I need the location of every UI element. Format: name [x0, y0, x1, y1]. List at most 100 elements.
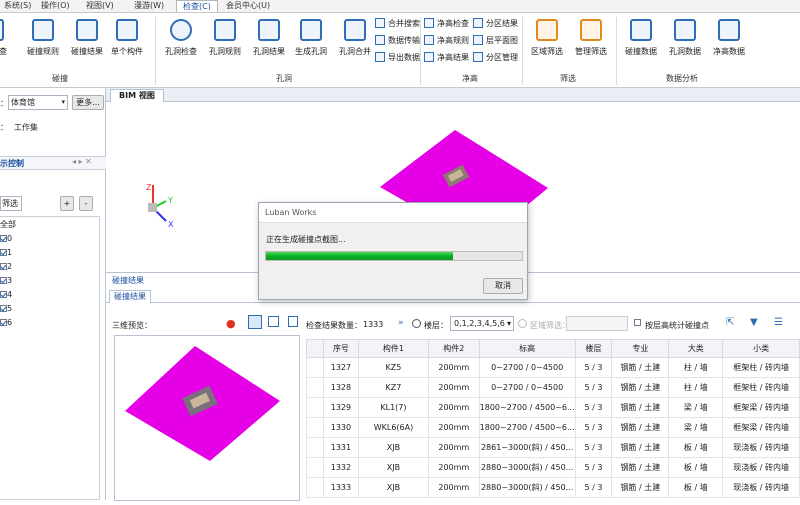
single-component-button[interactable]: 单个构件 — [110, 19, 144, 57]
palette-icon[interactable]: ● — [226, 317, 236, 330]
table-cell: WKL6(6A) — [357, 417, 429, 438]
tree-root[interactable]: 全部 — [0, 219, 16, 231]
floor-tree: 全部 0 1 2 3 4 5 6 — [0, 216, 100, 500]
menu-system[interactable]: 系统(S) — [4, 0, 31, 11]
checkbox[interactable] — [0, 263, 7, 270]
table-cell: 1800~2700 / 4500~6... — [478, 417, 576, 438]
clearance-results-icon — [424, 52, 434, 62]
hole-rules-button[interactable]: 孔洞规则 — [204, 19, 246, 57]
row-handle[interactable] — [306, 437, 324, 458]
column-header[interactable]: 大类 — [668, 339, 724, 358]
table-row[interactable]: 1332 XJB 200mm 2880~3000(斜) / 450... 5 / 3 钢筋… — [306, 457, 800, 478]
menu-check[interactable]: 检查(C) — [176, 0, 218, 12]
floor-radio[interactable] — [412, 319, 421, 328]
results-panel-title: 碰撞结果 — [112, 276, 144, 285]
list-icon[interactable]: ☰ — [774, 317, 783, 328]
tab-bim-view[interactable]: BIM 视图 — [110, 89, 164, 102]
more-button[interactable]: 更多... — [72, 95, 104, 110]
checkbox[interactable] — [0, 305, 7, 312]
collision-check-button[interactable]: 查 — [0, 19, 10, 57]
display-control-tab[interactable]: 示控制 — [0, 158, 24, 169]
table-cell: 1329 — [322, 397, 359, 418]
zone-select[interactable] — [566, 316, 628, 331]
data-transfer-button[interactable]: 数据传输 — [375, 35, 420, 46]
table-row[interactable]: 1333 XJB 200mm 2880~3000(斜) / 450... 5 / 3 钢筋… — [306, 477, 800, 498]
table-cell: XJB — [357, 437, 429, 458]
checkbox[interactable] — [0, 319, 7, 326]
tree-item-floor-2[interactable]: 2 — [0, 261, 12, 273]
table-row[interactable]: 1328 KZ7 200mm 0~2700 / 0~4500 5 / 3 钢筋 / 土建柱… — [306, 377, 800, 398]
table-row[interactable]: 1331 XJB 200mm 2861~3000(斜) / 450... 5 / 3 钢筋… — [306, 437, 800, 458]
zone-radio[interactable] — [518, 319, 527, 328]
column-header[interactable]: 构件2 — [427, 339, 480, 358]
column-header[interactable]: 楼层 — [574, 339, 613, 358]
nav-arrows-icon[interactable]: ◂ ▸ ✕ — [72, 157, 92, 166]
checkbox[interactable] — [0, 291, 7, 298]
document-icon[interactable] — [288, 316, 298, 327]
double-chevron-icon[interactable]: » — [398, 318, 404, 328]
fit-view-icon[interactable] — [248, 315, 262, 329]
checkbox[interactable] — [0, 277, 7, 284]
row-handle[interactable] — [306, 377, 324, 398]
row-handle[interactable] — [306, 457, 324, 478]
column-header[interactable]: 构件1 — [357, 339, 429, 358]
screenshot-icon[interactable] — [268, 316, 279, 327]
hole-check-button[interactable]: 孔洞检查 — [160, 19, 202, 57]
hole-merge-button[interactable]: 孔洞合并 — [334, 19, 376, 57]
collision-rules-button[interactable]: 碰撞规则 — [22, 19, 64, 57]
clearance-results-button[interactable]: 净高结果 — [424, 52, 469, 63]
collapse-button[interactable]: - — [79, 196, 93, 211]
tree-item-floor-4[interactable]: 4 — [0, 289, 12, 301]
collision-results-button[interactable]: 碰撞结果 — [66, 19, 108, 57]
zone-filter-button[interactable]: 区域筛选 — [526, 19, 568, 57]
table-row[interactable]: 1327 KZ5 200mm 0~2700 / 0~4500 5 / 3 钢筋 / 土建柱… — [306, 357, 800, 378]
row-handle[interactable] — [306, 417, 324, 438]
menu-operate[interactable]: 操作(O) — [41, 0, 70, 11]
column-header[interactable]: 标高 — [478, 339, 576, 358]
menu-roam[interactable]: 漫游(W) — [134, 0, 164, 11]
tab-collision-results[interactable]: 碰撞结果 — [109, 290, 151, 303]
checkbox[interactable] — [0, 249, 7, 256]
zone-manage-button[interactable]: 分区管理 — [473, 52, 518, 63]
tree-item-floor-5[interactable]: 5 — [0, 303, 12, 315]
table-cell: 板 / 墙 — [668, 437, 724, 458]
menu-member[interactable]: 会员中心(U) — [226, 0, 270, 11]
floor-height-stat-checkbox[interactable] — [634, 319, 641, 326]
cancel-button[interactable]: 取消 — [483, 278, 523, 294]
column-header[interactable]: 专业 — [611, 339, 670, 358]
column-header[interactable]: 小类 — [722, 339, 800, 358]
building-select[interactable]: 体育馆 ▾ — [8, 95, 68, 110]
filter-icon[interactable]: ▼ — [750, 317, 758, 328]
tree-item-floor-6[interactable]: 6 — [0, 317, 12, 329]
tree-item-floor-1[interactable]: 1 — [0, 247, 12, 259]
table-row[interactable]: 1330 WKL6(6A) 200mm 1800~2700 / 4500~6... 5 … — [306, 417, 800, 438]
manage-filter-button[interactable]: 管理筛选 — [570, 19, 612, 57]
hole-results-button[interactable]: 孔洞结果 — [248, 19, 290, 57]
preview-3d[interactable] — [114, 335, 300, 501]
zone-results-button[interactable]: 分区结果 — [473, 18, 518, 29]
floor-select[interactable]: 0,1,2,3,4,5,6 ▾ — [450, 316, 514, 331]
merge-search-button[interactable]: 合并搜索 — [375, 18, 420, 29]
table-row[interactable]: 1329 KL1(7) 200mm 1800~2700 / 4500~6... 5 / … — [306, 397, 800, 418]
clearance-check-button[interactable]: 净高检查 — [424, 18, 469, 29]
clearance-data-button[interactable]: 净高数据 — [708, 19, 750, 57]
building-label: ： — [0, 99, 8, 108]
expand-button[interactable]: + — [60, 196, 74, 211]
row-handle[interactable] — [306, 477, 324, 498]
hole-data-button[interactable]: 孔洞数据 — [664, 19, 706, 57]
row-handle[interactable] — [306, 397, 324, 418]
collision-data-button[interactable]: 碰撞数据 — [620, 19, 662, 57]
row-handle[interactable] — [306, 357, 324, 378]
filter-button[interactable]: 筛选 — [0, 196, 22, 211]
floor-plan-button[interactable]: 层平面图 — [473, 35, 518, 46]
export-icon[interactable]: ⇱ — [726, 317, 734, 328]
clearance-rules-button[interactable]: 净高规则 — [424, 35, 469, 46]
export-data-button[interactable]: 导出数据 — [375, 52, 420, 63]
checkbox[interactable] — [0, 235, 7, 242]
generate-hole-button[interactable]: 生成孔洞 — [290, 19, 332, 57]
table-cell: 梁 / 墙 — [668, 417, 724, 438]
tree-item-floor-3[interactable]: 3 — [0, 275, 12, 287]
column-header[interactable]: 序号 — [322, 339, 359, 358]
tree-item-floor-0[interactable]: 0 — [0, 233, 12, 245]
menu-view[interactable]: 视图(V) — [86, 0, 114, 11]
